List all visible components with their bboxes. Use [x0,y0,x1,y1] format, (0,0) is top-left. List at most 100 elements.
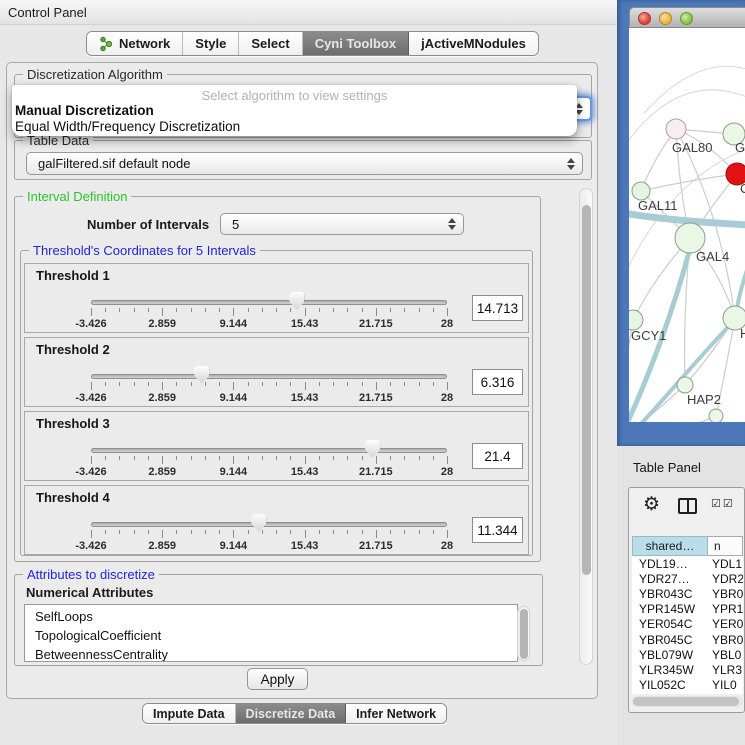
tab-select[interactable]: Select [239,32,302,55]
num-intervals-combobox[interactable]: 5 [220,213,464,235]
table-row[interactable]: YDR27…YDR2 [632,571,743,586]
panel-scrollbar-thumb[interactable] [582,205,591,575]
list-item[interactable]: TopologicalCoefficient [25,626,517,645]
slider-tick-labels: -3.4262.8599.14415.4321.71528 [91,318,447,330]
node-gal80[interactable] [666,119,686,139]
tab-discretize-data[interactable]: Discretize Data [236,704,347,723]
attributes-list-scrollbar[interactable] [517,606,530,661]
cyni-mode-tabs: Impute Data Discretize Data Infer Networ… [142,703,447,724]
table-rows: YDL19…YDL1YDR27…YDR2YBR043CYBR0YPR145WYP… [632,556,743,694]
table-panel-title: Table Panel [633,460,701,475]
checkbox-icons[interactable]: ☑☑ [711,497,735,510]
numerical-attributes-label: Numerical Attributes [26,585,153,600]
threshold-slider[interactable]: -3.4262.8599.14415.4321.71528 [91,514,447,554]
table-panel: Table Panel ⚙ ☑☑ shared… n YDL19…YDL1YDR… [617,446,745,745]
table-row[interactable]: YER054CYER0 [632,617,743,632]
slider-track[interactable] [91,448,447,453]
tab-cyni-toolbox[interactable]: Cyni Toolbox [303,32,409,55]
combo-stepper-icon [448,218,456,230]
table-hscrollbar[interactable] [632,696,743,707]
slider-ticks [91,308,447,318]
threshold-value-field[interactable]: 11.344 [472,517,523,543]
network-canvas[interactable]: GAL80 GA C GAL11 GAL4 GCY1 H HAP2 [629,28,745,422]
cell-shared-name[interactable]: YPR145W [632,602,708,616]
threshold-slider[interactable]: -3.4262.8599.14415.4321.71528 [91,440,447,480]
cell-shared-name[interactable]: YDR27… [632,572,708,586]
slider-tick-labels: -3.4262.8599.14415.4321.71528 [91,392,447,404]
attributes-list-scrollbar-thumb[interactable] [520,609,528,659]
algorithm-dropdown-popup: Select algorithm to view settings Manual… [12,85,577,136]
cell-name[interactable]: YIL0 [708,678,743,692]
cell-name[interactable]: YBL0 [708,648,743,662]
table-header: shared… n [632,536,743,556]
group-title: Threshold's Coordinates for 5 Intervals [29,243,260,258]
table-row[interactable]: YIL052CYIL0 [632,678,743,693]
list-item[interactable]: BetweennessCentrality [25,645,517,662]
slider-track[interactable] [91,300,447,305]
close-traffic-light[interactable] [638,12,651,25]
slider-track[interactable] [91,374,447,379]
slider-tick-labels: -3.4262.8599.14415.4321.71528 [91,540,447,552]
tab-style[interactable]: Style [183,32,239,55]
tab-network[interactable]: Network [87,32,183,55]
column-header-shared[interactable]: shared… [632,536,708,556]
column-layout-icon[interactable] [678,498,697,514]
table-data-value: galFiltered.sif default node [38,156,190,171]
table-row[interactable]: YPR145WYPR1 [632,602,743,617]
table-hscrollbar-thumb[interactable] [633,697,739,706]
table-row[interactable]: YBR043CYBR0 [632,586,743,601]
panel-scrollbar[interactable] [579,188,593,665]
cell-shared-name[interactable]: YIL052C [632,678,708,692]
cell-name[interactable]: YDL1 [708,557,743,571]
network-window-titlebar[interactable] [629,7,745,28]
table-row[interactable]: YDL19…YDL1 [632,556,743,571]
threshold-slider[interactable]: -3.4262.8599.14415.4321.71528 [91,366,447,406]
cell-shared-name[interactable]: YLR345W [632,663,708,677]
node-hap2[interactable] [677,377,693,393]
cell-name[interactable]: YDR2 [708,572,743,586]
column-header-name[interactable]: n [708,536,743,556]
apply-button[interactable]: Apply [247,668,308,690]
cell-name[interactable]: YBR0 [708,633,743,647]
tab-infer-network[interactable]: Infer Network [346,704,446,723]
cell-name[interactable]: YER0 [708,617,743,631]
node-gcy1[interactable] [629,310,643,330]
threshold-value-field[interactable]: 21.4 [472,443,523,469]
group-title: Interval Definition [23,189,131,204]
tab-impute-data[interactable]: Impute Data [143,704,236,723]
zoom-traffic-light[interactable] [680,12,693,25]
tab-jactivemnodules[interactable]: jActiveMNodules [409,32,538,55]
table-row[interactable]: YLR345WYLR3 [632,662,743,677]
minimize-traffic-light[interactable] [659,12,672,25]
group-title: Discretization Algorithm [23,67,167,82]
option-manual-discretization[interactable]: Manual Discretization [12,103,577,119]
threshold-value-field[interactable]: 14.713 [472,295,523,321]
cell-shared-name[interactable]: YER054C [632,617,708,631]
network-view-window[interactable]: GAL80 GA C GAL11 GAL4 GCY1 H HAP2 [617,0,745,446]
num-intervals-label: Number of Intervals [87,217,209,232]
node-label: GCY1 [631,328,666,343]
cell-name[interactable]: YPR1 [708,602,743,616]
node-bottom[interactable] [709,409,723,422]
table-row[interactable]: YBL079WYBL0 [632,647,743,662]
option-equal-width-frequency[interactable]: Equal Width/Frequency Discretization [12,119,577,135]
tab-label: Network [119,36,170,51]
gear-icon[interactable]: ⚙ [643,493,660,516]
node-label: C [740,181,745,196]
cell-name[interactable]: YLR3 [708,663,743,677]
table-data-combobox[interactable]: galFiltered.sif default node [26,152,583,175]
cell-shared-name[interactable]: YDL19… [632,557,708,571]
cell-shared-name[interactable]: YBL079W [632,648,708,662]
cell-name[interactable]: YBR0 [708,587,743,601]
slider-track[interactable] [91,522,447,527]
threshold-label: Threshold 1 [36,268,110,283]
table-row[interactable]: YBR045CYBR0 [632,632,743,647]
threshold-panel: Threshold 3 -3.4262.8599.14415.4321.7152… [24,411,529,481]
control-panel-title: Control Panel [8,5,87,20]
threshold-value-field[interactable]: 6.316 [472,369,523,395]
list-item[interactable]: SelfLoops [25,605,517,626]
threshold-slider[interactable]: -3.4262.8599.14415.4321.71528 [91,292,447,332]
slider-tick-labels: -3.4262.8599.14415.4321.71528 [91,466,447,478]
cell-shared-name[interactable]: YBR043C [632,587,708,601]
cell-shared-name[interactable]: YBR045C [632,633,708,647]
